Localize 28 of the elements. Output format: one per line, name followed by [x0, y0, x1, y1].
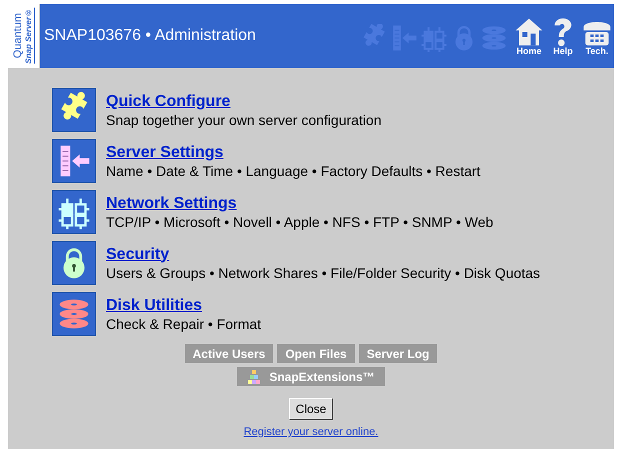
section-link[interactable]: Disk Utilities — [106, 296, 202, 316]
window-title: SNAP103676 • Administration — [44, 26, 257, 46]
section-link[interactable]: Server Settings — [106, 142, 224, 162]
register-link[interactable]: Register your server online. — [244, 424, 378, 440]
section-description: Snap together your own server configuration — [106, 112, 382, 128]
section-description: TCP/IP • Microsoft • Novell • Apple • NFS • FTP • SNMP • Web — [106, 214, 494, 230]
logo-product: Snap Server® — [24, 8, 34, 64]
section-description: Check & Repair • Format — [106, 316, 262, 332]
extensions-button[interactable]: SnapExtensions™ — [237, 367, 385, 386]
tool-button[interactable]: Open Files — [277, 344, 355, 363]
tool-button[interactable]: Active Users — [184, 344, 274, 363]
section-description: Name • Date & Time • Language • Factory Defaults • Restart — [106, 162, 480, 180]
logo-brand: Quantum — [12, 13, 24, 59]
nav-link[interactable]: Home — [514, 16, 544, 56]
section-link[interactable]: Quick Configure — [106, 92, 230, 112]
puzzle-icon[interactable] — [52, 88, 96, 132]
nav-link[interactable]: Help — [548, 16, 578, 56]
close-button[interactable]: Close — [288, 398, 334, 420]
disk-stack-icon[interactable] — [52, 292, 96, 336]
tool-button[interactable]: Server Log — [358, 344, 438, 363]
house-icon — [514, 16, 544, 46]
circuit-icon[interactable] — [52, 190, 96, 234]
padlock-icon[interactable] — [52, 241, 96, 285]
nav-link[interactable]: Tech. — [582, 16, 612, 56]
section-link[interactable]: Security — [106, 244, 170, 264]
section-description: Users & Groups • Network Shares • File/Folder Security • Disk Quotas — [106, 264, 540, 282]
blocks-icon — [247, 370, 262, 384]
section-link[interactable]: Network Settings — [106, 194, 237, 214]
